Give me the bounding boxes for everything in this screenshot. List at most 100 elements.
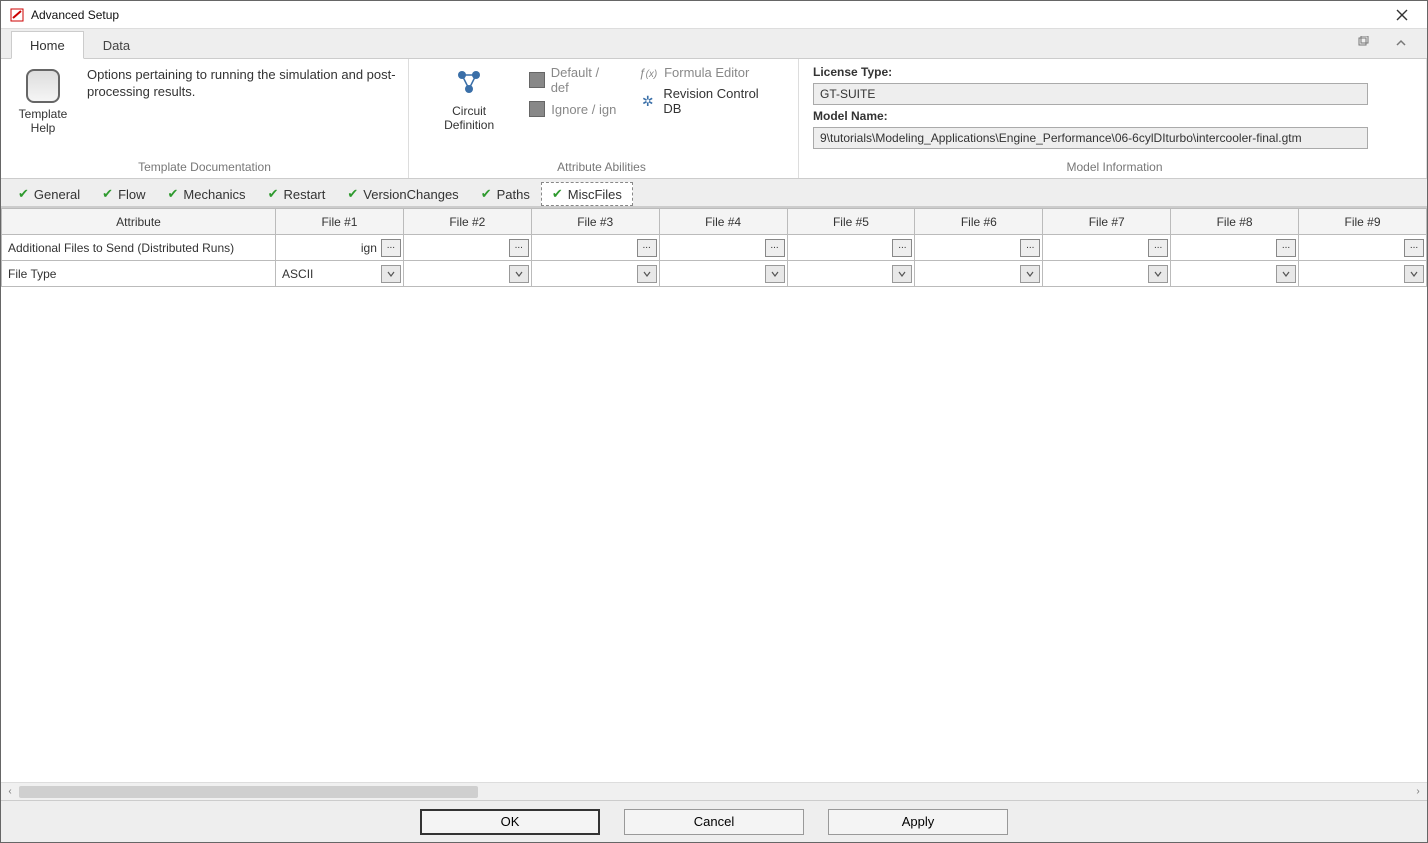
close-button[interactable] [1385, 3, 1419, 27]
browse-button[interactable]: ... [509, 239, 529, 257]
col-file6[interactable]: File #6 [915, 209, 1043, 235]
value-cell[interactable] [403, 261, 531, 287]
browse-button[interactable]: ... [637, 239, 657, 257]
attribute-grid: Attribute File #1 File #2 File #3 File #… [1, 208, 1427, 287]
table-empty-area [1, 287, 1427, 782]
attr-cell: Additional Files to Send (Distributed Ru… [2, 235, 276, 261]
license-type-label: License Type: [813, 65, 1416, 79]
check-icon: ✔ [268, 186, 279, 202]
revision-control-button[interactable]: ✲ Revision Control DB [638, 86, 776, 116]
subtab-general[interactable]: ✔General [7, 182, 91, 206]
value-cell[interactable]: ASCII [276, 261, 404, 287]
value-cell[interactable]: ... [787, 235, 915, 261]
col-file5[interactable]: File #5 [787, 209, 915, 235]
subtab-flow[interactable]: ✔Flow [91, 182, 156, 206]
ribbon-tab-data[interactable]: Data [84, 31, 149, 58]
ribbon-tabs: Home Data [1, 29, 1427, 59]
check-icon: ✔ [347, 186, 358, 202]
subtab-restart[interactable]: ✔Restart [257, 182, 337, 206]
col-file4[interactable]: File #4 [659, 209, 787, 235]
ribbon-body: Template Help Options pertaining to runn… [1, 59, 1427, 179]
collapse-ribbon-icon[interactable] [1395, 36, 1407, 51]
browse-button[interactable]: ... [1020, 239, 1040, 257]
dropdown-button[interactable] [1020, 265, 1040, 283]
apply-button[interactable]: Apply [828, 809, 1008, 835]
dropdown-button[interactable] [892, 265, 912, 283]
col-file7[interactable]: File #7 [1043, 209, 1171, 235]
col-attribute[interactable]: Attribute [2, 209, 276, 235]
ignore-ign-button[interactable]: Ignore / ign [529, 101, 618, 117]
browse-button[interactable]: ... [1404, 239, 1424, 257]
subtab-mechanics[interactable]: ✔Mechanics [157, 182, 257, 206]
restore-icon[interactable] [1357, 36, 1369, 51]
table-row: Additional Files to Send (Distributed Ru… [2, 235, 1427, 261]
dropdown-button[interactable] [509, 265, 529, 283]
dropdown-button[interactable] [637, 265, 657, 283]
ignore-icon [529, 101, 545, 117]
value-cell[interactable]: ... [1299, 235, 1427, 261]
ok-button[interactable]: OK [420, 809, 600, 835]
subtab-versionchanges[interactable]: ✔VersionChanges [336, 182, 469, 206]
horizontal-scrollbar[interactable]: ‹ › [1, 782, 1427, 800]
browse-button[interactable]: ... [765, 239, 785, 257]
scroll-left-button[interactable]: ‹ [1, 784, 19, 800]
check-icon: ✔ [552, 186, 563, 202]
value-cell[interactable]: ... [1043, 235, 1171, 261]
value-cell[interactable] [1171, 261, 1299, 287]
default-icon [529, 72, 544, 88]
check-icon: ✔ [168, 186, 179, 202]
value-cell[interactable] [531, 261, 659, 287]
formula-editor-button[interactable]: ƒ(x) Formula Editor [638, 65, 776, 80]
dropdown-button[interactable] [381, 265, 401, 283]
cell-value[interactable]: ASCII [282, 267, 381, 281]
dropdown-button[interactable] [1404, 265, 1424, 283]
browse-button[interactable]: ... [892, 239, 912, 257]
value-cell[interactable] [659, 261, 787, 287]
value-cell[interactable] [1299, 261, 1427, 287]
group-label-template: Template Documentation [11, 157, 398, 176]
value-cell[interactable]: ign... [276, 235, 404, 261]
value-cell[interactable] [1043, 261, 1171, 287]
value-cell[interactable] [787, 261, 915, 287]
scroll-thumb[interactable] [19, 786, 478, 798]
default-def-button[interactable]: Default / def [529, 65, 618, 95]
template-help-label[interactable]: Template Help [11, 107, 75, 136]
subtab-paths[interactable]: ✔Paths [470, 182, 541, 206]
check-icon: ✔ [481, 186, 492, 202]
subtab-miscfiles[interactable]: ✔MiscFiles [541, 182, 633, 206]
col-file9[interactable]: File #9 [1299, 209, 1427, 235]
dropdown-button[interactable] [1276, 265, 1296, 283]
browse-button[interactable]: ... [1276, 239, 1296, 257]
dropdown-button[interactable] [1148, 265, 1168, 283]
value-cell[interactable]: ... [403, 235, 531, 261]
formula-icon: ƒ(x) [638, 66, 658, 80]
scroll-track[interactable] [19, 786, 1409, 798]
app-icon [9, 7, 25, 23]
value-cell[interactable] [915, 261, 1043, 287]
col-file2[interactable]: File #2 [403, 209, 531, 235]
dropdown-button[interactable] [765, 265, 785, 283]
titlebar: Advanced Setup [1, 1, 1427, 29]
template-help-icon[interactable] [26, 69, 60, 103]
group-attribute-abilities: Circuit Definition Default / def Ignore … [409, 59, 799, 178]
cell-value[interactable]: ign [282, 241, 381, 255]
cancel-button[interactable]: Cancel [624, 809, 804, 835]
check-icon: ✔ [18, 186, 29, 202]
scroll-right-button[interactable]: › [1409, 784, 1427, 800]
check-icon: ✔ [102, 186, 113, 202]
value-cell[interactable]: ... [531, 235, 659, 261]
group-model-info: License Type: GT-SUITE Model Name: 9\tut… [799, 59, 1427, 178]
table-area: Attribute File #1 File #2 File #3 File #… [1, 207, 1427, 800]
attr-cell: File Type [2, 261, 276, 287]
col-file3[interactable]: File #3 [531, 209, 659, 235]
license-type-field: GT-SUITE [813, 83, 1368, 105]
value-cell[interactable]: ... [659, 235, 787, 261]
circuit-definition-button[interactable]: Circuit Definition [427, 65, 511, 157]
value-cell[interactable]: ... [1171, 235, 1299, 261]
browse-button[interactable]: ... [381, 239, 401, 257]
col-file1[interactable]: File #1 [276, 209, 404, 235]
value-cell[interactable]: ... [915, 235, 1043, 261]
ribbon-tab-home[interactable]: Home [11, 31, 84, 59]
browse-button[interactable]: ... [1148, 239, 1168, 257]
col-file8[interactable]: File #8 [1171, 209, 1299, 235]
